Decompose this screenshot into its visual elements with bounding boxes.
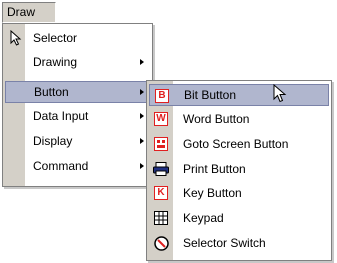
menu-item-label: Display bbox=[33, 134, 73, 148]
submenu-item-selector-switch[interactable]: Selector Switch bbox=[149, 232, 329, 254]
key-button-icon: K bbox=[152, 184, 170, 202]
menu-item-label: Drawing bbox=[33, 55, 78, 69]
arrow-cursor-icon bbox=[5, 27, 27, 49]
menu-item-label: Goto Screen Button bbox=[183, 137, 289, 151]
submenu-item-key-button[interactable]: K Key Button bbox=[149, 182, 329, 204]
bit-button-icon: B bbox=[153, 87, 171, 105]
icon-glyph: K bbox=[154, 186, 168, 200]
submenu-item-word-button[interactable]: W Word Button bbox=[149, 108, 329, 130]
menubar-draw[interactable]: Draw bbox=[2, 2, 56, 23]
menu-item-label: Bit Button bbox=[184, 88, 237, 102]
menu-item-command[interactable]: Command bbox=[5, 155, 150, 177]
selector-switch-icon bbox=[152, 234, 170, 252]
menu-item-label: Keypad bbox=[183, 211, 224, 225]
menu-item-label: Print Button bbox=[183, 162, 246, 176]
submenu-arrow-icon bbox=[140, 113, 144, 119]
submenu-item-keypad[interactable]: Keypad bbox=[149, 207, 329, 229]
menu-item-display[interactable]: Display bbox=[5, 130, 150, 152]
menubar-draw-label: Draw bbox=[7, 5, 36, 19]
menu-item-label: Command bbox=[33, 159, 89, 173]
submenu-arrow-icon bbox=[140, 138, 144, 144]
icon-glyph: W bbox=[154, 112, 168, 126]
menu-item-label: Selector Switch bbox=[183, 236, 266, 250]
goto-screen-button-icon bbox=[152, 135, 170, 153]
menu-item-drawing[interactable]: Drawing bbox=[5, 51, 150, 73]
draw-menu: Selector Drawing Button Data Input Displ… bbox=[2, 23, 153, 187]
menu-item-label: Key Button bbox=[183, 186, 242, 200]
submenu-item-goto-screen-button[interactable]: Goto Screen Button bbox=[149, 133, 329, 155]
keypad-icon bbox=[152, 209, 170, 227]
print-button-icon bbox=[152, 160, 170, 178]
menu-item-data-input[interactable]: Data Input bbox=[5, 105, 150, 127]
submenu-arrow-icon bbox=[140, 59, 144, 65]
menu-item-label: Button bbox=[34, 85, 69, 99]
menu-item-label: Selector bbox=[33, 31, 78, 45]
menu-item-button[interactable]: Button bbox=[5, 81, 150, 103]
menu-item-label: Word Button bbox=[183, 112, 250, 126]
submenu-item-bit-button[interactable]: B Bit Button bbox=[149, 84, 329, 106]
button-submenu: B Bit Button W Word Button Goto Screen B… bbox=[146, 80, 332, 261]
submenu-arrow-icon bbox=[140, 163, 144, 169]
icon-glyph: B bbox=[155, 89, 169, 103]
menu-item-selector[interactable]: Selector bbox=[5, 27, 150, 49]
menu-item-label: Data Input bbox=[33, 109, 89, 123]
submenu-item-print-button[interactable]: Print Button bbox=[149, 158, 329, 180]
mouse-pointer-icon bbox=[273, 83, 287, 107]
word-button-icon: W bbox=[152, 110, 170, 128]
submenu-arrow-icon bbox=[140, 89, 144, 95]
